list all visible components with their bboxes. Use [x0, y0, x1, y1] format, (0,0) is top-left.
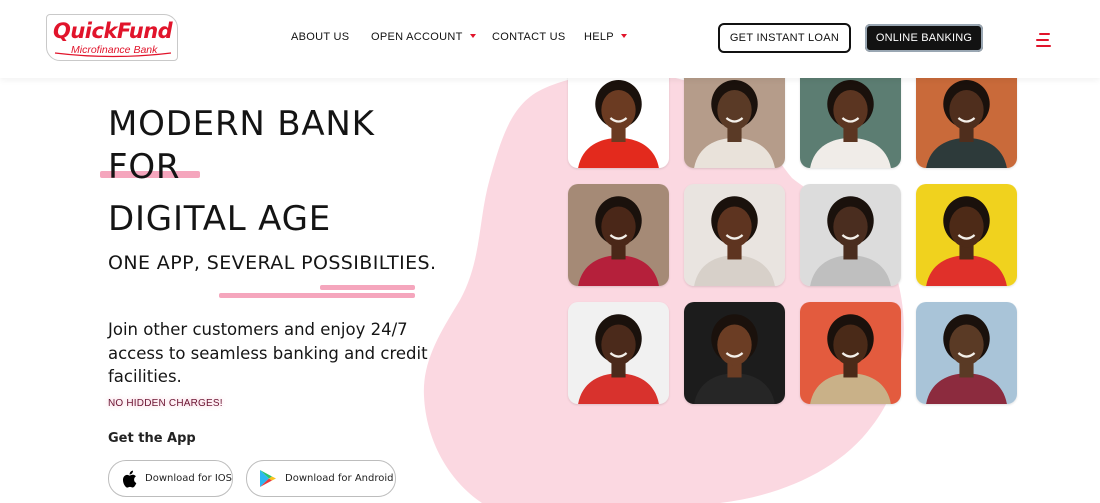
- no-hidden-charges-badge: NO HIDDEN CHARGES!: [108, 398, 223, 409]
- tagline-underline-long: [219, 293, 415, 298]
- download-android-button[interactable]: Download for Android: [246, 460, 396, 497]
- hero-title-line-3: DIGITAL AGE: [108, 199, 332, 239]
- photo-woman-red-top: [568, 68, 669, 168]
- hero-title-line-1: MODERN BANK: [108, 104, 375, 144]
- photo-man-with-phone: [916, 302, 1017, 404]
- google-play-icon: [260, 470, 276, 487]
- hero-tagline: ONE APP, SEVERAL POSSIBILTIES.: [108, 252, 437, 274]
- photo-father-kissing-baby: [800, 184, 901, 286]
- photo-man-yellow-wall: [916, 184, 1017, 286]
- nav-label: HELP: [584, 31, 614, 43]
- photo-man-smiling: [916, 68, 1017, 168]
- nav-about-us[interactable]: ABOUT US: [291, 31, 349, 43]
- caret-down-icon: [469, 34, 476, 38]
- site-header: QuickFund Microfinance Bank ABOUT US OPE…: [0, 0, 1100, 78]
- photo-older-man-suit: [800, 302, 901, 404]
- nav-label: CONTACT US: [492, 31, 566, 43]
- nav-open-account[interactable]: OPEN ACCOUNT: [371, 31, 476, 43]
- photo-father-with-baby: [684, 68, 785, 168]
- photo-woman-laughing: [684, 184, 785, 286]
- hamburger-icon[interactable]: [1036, 32, 1052, 48]
- hero-title-line-2: FOR: [108, 147, 181, 187]
- nav-label: ABOUT US: [291, 31, 350, 43]
- caret-down-icon: [620, 34, 627, 38]
- brand-tagline: Microfinance Bank: [71, 44, 158, 56]
- hero-description: Join other customers and enjoy 24/7 acce…: [108, 320, 428, 386]
- nav-contact-us[interactable]: CONTACT US: [492, 31, 566, 43]
- apple-icon: [122, 470, 137, 488]
- get-app-heading: Get the App: [108, 431, 196, 446]
- brand-name: QuickFund: [53, 19, 173, 43]
- nav-help[interactable]: HELP: [584, 31, 627, 43]
- nav-label: OPEN ACCOUNT: [371, 31, 463, 43]
- download-ios-label: Download for IOS: [145, 473, 232, 484]
- download-ios-button[interactable]: Download for IOS: [108, 460, 233, 497]
- photo-woman-headwrap: [568, 184, 669, 286]
- download-android-label: Download for Android: [285, 473, 394, 484]
- get-instant-loan-button[interactable]: GET INSTANT LOAN: [718, 23, 851, 53]
- photo-woman-dark-background: [684, 302, 785, 404]
- brand-logo[interactable]: QuickFund Microfinance Bank: [46, 14, 178, 61]
- online-banking-button[interactable]: ONLINE BANKING: [865, 24, 983, 52]
- photo-woman-braids: [800, 68, 901, 168]
- photo-mother-daughter-cooking: [568, 302, 669, 404]
- tagline-underline-short: [320, 285, 415, 290]
